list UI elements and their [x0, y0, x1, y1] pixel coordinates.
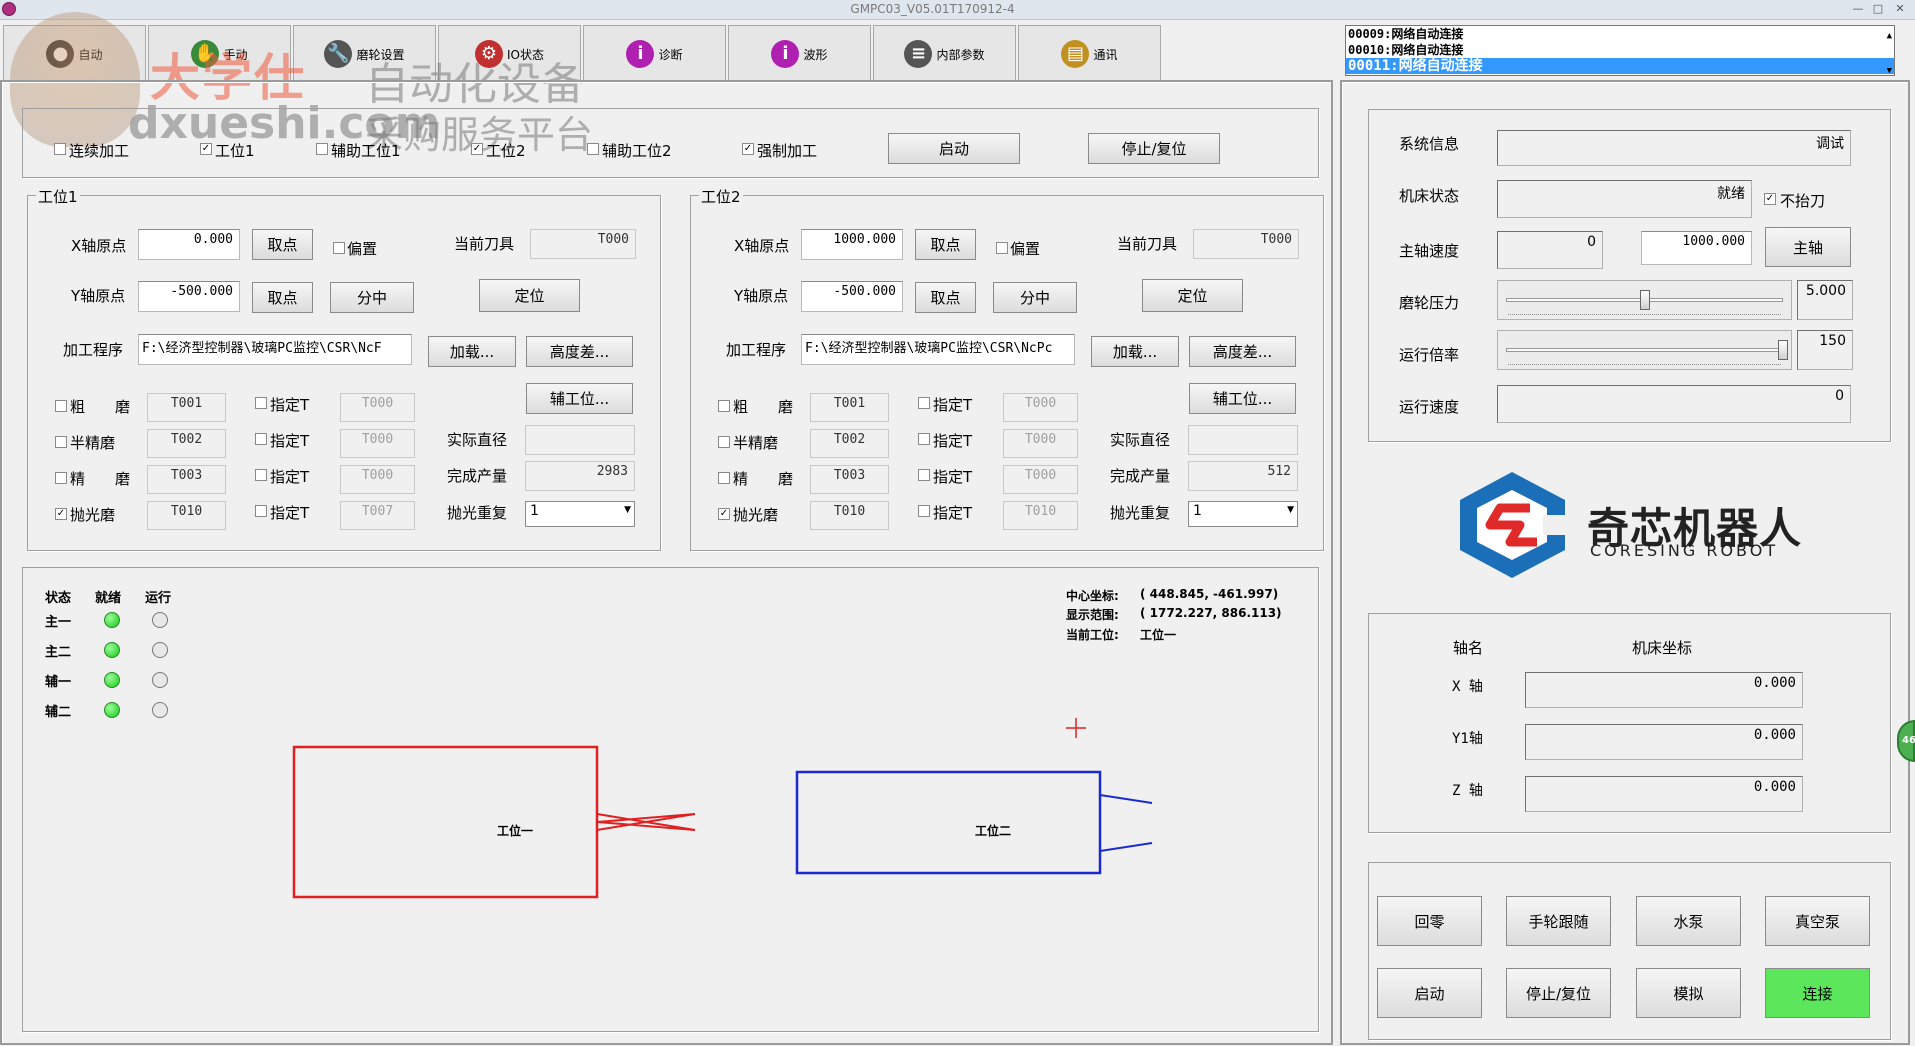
axis-name: Z 轴: [1452, 783, 1483, 799]
scroll-down-icon[interactable]: ▼: [1885, 63, 1892, 79]
vacuum-pump-button[interactable]: 真空泵: [1765, 896, 1870, 946]
wheel-pressure-slider[interactable]: [1497, 280, 1792, 320]
message-log[interactable]: 00009:网络自动连接 00010:网络自动连接 00011:网络自动连接 ▲…: [1345, 25, 1895, 76]
no-lift-label: 不抬刀: [1780, 192, 1826, 210]
workpiece-station2-label: 工位二: [975, 824, 1012, 838]
axis-name: X 轴: [1452, 679, 1483, 695]
water-pump-button[interactable]: 水泵: [1636, 896, 1741, 946]
wheel-pressure-label: 磨轮压力: [1399, 294, 1460, 312]
handwheel-follow-button[interactable]: 手轮跟随: [1506, 896, 1611, 946]
minimize-button[interactable]: —: [1850, 2, 1866, 16]
axis-header-coord: 机床坐标: [1632, 639, 1693, 657]
log-entry[interactable]: 00009:网络自动连接: [1346, 26, 1894, 42]
log-entry[interactable]: 00010:网络自动连接: [1346, 42, 1894, 58]
axis-header-name: 轴名: [1453, 639, 1484, 657]
scroll-up-icon[interactable]: ▲: [1885, 28, 1892, 44]
home-button[interactable]: 回零: [1377, 896, 1482, 946]
center-crosshair: [1066, 718, 1086, 738]
stop-reset-button[interactable]: 停止/复位: [1506, 968, 1611, 1018]
wheel-pressure-value: 5.000: [1797, 280, 1853, 320]
workpiece-station1-label: 工位一: [497, 824, 534, 838]
spindle-speed-actual: 0: [1497, 231, 1603, 269]
wheel-pressure-slider-thumb[interactable]: [1639, 290, 1650, 310]
machine-state-value: 就绪: [1497, 180, 1752, 218]
tool-marker-station2: [1099, 794, 1153, 852]
run-ratio-slider[interactable]: [1497, 330, 1792, 370]
spindle-button[interactable]: 主轴: [1765, 227, 1851, 267]
close-button[interactable]: ✕: [1892, 2, 1908, 16]
axis-coordinate-value: 0.000: [1525, 776, 1803, 812]
run-speed-label: 运行速度: [1399, 398, 1460, 416]
workpiece-station2: [795, 770, 1102, 875]
spindle-speed-input[interactable]: 1000.000: [1641, 231, 1752, 265]
logo-text-en: CORESING ROBOT: [1590, 541, 1779, 560]
start-button[interactable]: 启动: [1377, 968, 1482, 1018]
connect-button[interactable]: 连接: [1765, 968, 1870, 1018]
machine-state-label: 机床状态: [1399, 187, 1460, 205]
spindle-speed-label: 主轴速度: [1399, 242, 1460, 260]
coresing-logo-icon: [1460, 472, 1569, 578]
run-ratio-value: 150: [1797, 330, 1853, 370]
no-lift-checkbox[interactable]: ✓: [1764, 193, 1776, 205]
workpiece-station1: [292, 745, 599, 899]
maximize-button[interactable]: □: [1870, 2, 1886, 16]
system-info-value: 调试: [1497, 130, 1851, 166]
axis-coordinate-value: 0.000: [1525, 672, 1803, 708]
tool-marker-station1: [596, 813, 696, 831]
axis-name: Y1轴: [1452, 731, 1483, 747]
axis-coordinate-value: 0.000: [1525, 724, 1803, 760]
log-entry-selected[interactable]: 00011:网络自动连接: [1346, 58, 1894, 74]
simulate-button[interactable]: 模拟: [1636, 968, 1741, 1018]
run-ratio-slider-thumb[interactable]: [1778, 340, 1788, 360]
workpiece-canvas: [292, 718, 1153, 899]
system-info-label: 系统信息: [1399, 135, 1460, 153]
run-ratio-label: 运行倍率: [1399, 346, 1460, 364]
run-speed-value: 0: [1497, 385, 1851, 423]
